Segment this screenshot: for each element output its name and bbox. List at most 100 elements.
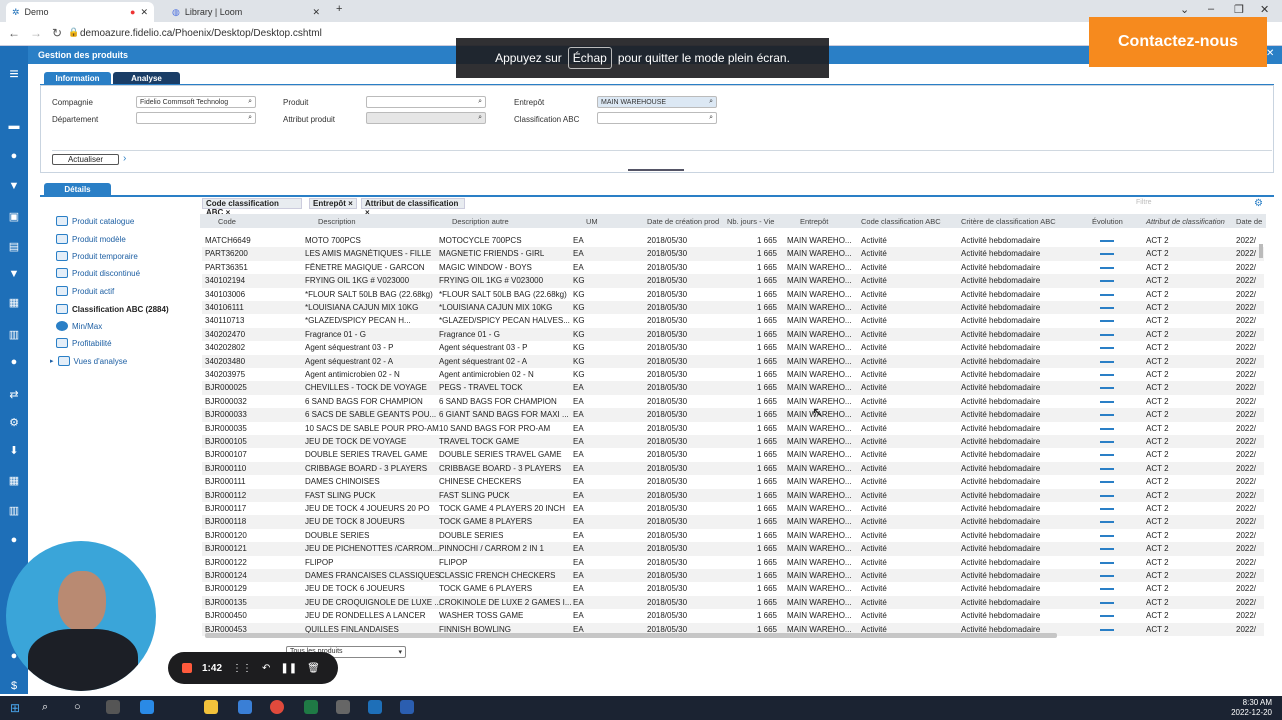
search-icon[interactable]: ⌕	[478, 98, 482, 106]
column-header-description-autre[interactable]: Description autre	[452, 217, 509, 226]
departement-field[interactable]: ⌕	[136, 112, 256, 124]
undo-icon[interactable]: ↶	[262, 663, 270, 674]
table-row[interactable]: BJR000032 6 SAND BAGS FOR CHAMPION 6 SAND …	[202, 395, 1264, 408]
table-row[interactable]: BJR000121 JEU DE PICHENOTTES /CARROM... PI…	[202, 542, 1264, 556]
table-row[interactable]: BJR000105 JEU DE TOCK DE VOYAGE TRAVEL TOC…	[202, 435, 1264, 449]
sidebar-item-produit-discontinue[interactable]: Produit discontinué	[56, 268, 140, 278]
download-icon[interactable]: ⬇	[0, 444, 28, 457]
table-row[interactable]: BJR000107 DOUBLE SERIES TRAVEL GAME DOUBLE…	[202, 448, 1264, 461]
table-row[interactable]: 340203480 Agent séquestrant 02 - A Agent s…	[202, 354, 1264, 368]
word-icon[interactable]	[400, 700, 414, 714]
stop-recording-icon[interactable]	[182, 663, 192, 673]
url-text[interactable]: demoazure.fidelio.ca/Phoenix/Desktop/Des…	[80, 28, 322, 39]
chevron-down-icon[interactable]: ⌄	[1180, 3, 1189, 16]
mail-icon[interactable]	[238, 700, 252, 714]
search-icon[interactable]: ⌕	[709, 98, 713, 106]
contact-card-icon[interactable]: ▣	[0, 210, 28, 223]
chart-icon[interactable]: ▥	[0, 504, 28, 517]
new-tab-icon[interactable]: +	[336, 3, 342, 15]
search-icon[interactable]: ⌕	[42, 701, 48, 714]
table-row[interactable]: BJR000111 DAMES CHINOISES CHINESE CHECKERS…	[202, 475, 1264, 488]
column-header-nb-jours[interactable]: Nb. jours - Vie	[727, 217, 774, 226]
table-row[interactable]: PART36351 FÊNETRE MAGIQUE - GARCON MAGIC W…	[202, 261, 1264, 274]
message-icon[interactable]: ●	[0, 534, 28, 546]
table-row[interactable]: 340202802 Agent séquestrant 03 - P Agent s…	[202, 341, 1264, 354]
table-row[interactable]: BJR000118 JEU DE TOCK 8 JOUEURS TOCK GAME …	[202, 515, 1264, 529]
group-chip-attribut[interactable]: Attribut de classification ×	[361, 198, 465, 217]
cart-icon[interactable]: ▼	[0, 180, 28, 192]
sidebar-item-profitabilite[interactable]: Profitabilité	[56, 338, 112, 348]
column-header-description[interactable]: Description	[318, 217, 356, 226]
table-row[interactable]: 340106111 *LOUISIANA CAJUN MIX 10KG *LOUIS…	[202, 301, 1264, 315]
windows-start-icon[interactable]: ⊞	[10, 701, 20, 715]
table-row[interactable]: BJR000112 FAST SLING PUCK FAST SLING PUCK E…	[202, 488, 1264, 502]
edge-icon[interactable]	[140, 700, 154, 714]
group-chip-classification[interactable]: Code classification ABC ×	[202, 198, 302, 217]
table-row[interactable]: BJR000450 JEU DE RONDELLES A LANCER WASHER…	[202, 609, 1264, 622]
entrepot-field[interactable]: MAIN WAREHOUSE ⌕	[597, 96, 717, 108]
table-row[interactable]: BJR000124 DAMES FRANCAISES CLASSIQUES CLAS…	[202, 569, 1264, 583]
compagnie-field[interactable]: Fidelio Commsoft Technolog ⌕	[136, 96, 256, 108]
grid-icon[interactable]: ▦	[0, 474, 28, 487]
sidebar-item-produit-catalogue[interactable]: Produit catalogue	[56, 216, 134, 226]
trash-icon[interactable]: 🗑	[307, 663, 320, 674]
menu-icon[interactable]: ≡	[0, 66, 28, 84]
gear-icon[interactable]: ⚙	[1254, 198, 1263, 209]
table-row[interactable]: 340102194 FRYING OIL 1KG # V023000 FRYING …	[202, 274, 1264, 288]
expand-icon[interactable]: ▸	[50, 357, 54, 365]
sidebar-item-vues-analyse[interactable]: ▸ Vues d'analyse	[50, 356, 127, 366]
hierarchy-icon[interactable]: ▦	[0, 296, 28, 309]
restore-icon[interactable]: ❐	[1234, 3, 1244, 16]
dollar-icon[interactable]: $	[0, 680, 28, 692]
column-header-code[interactable]: Code	[218, 217, 236, 226]
chevron-right-icon[interactable]: ›	[123, 153, 126, 164]
column-header-critere[interactable]: Critère de classification ABC	[961, 217, 1056, 226]
table-row[interactable]: BJR000035 10 SACS DE SABLE POUR PRO-AM 10 …	[202, 422, 1264, 435]
produit-field[interactable]: ⌕	[366, 96, 486, 108]
transfer-icon[interactable]: ⇄	[0, 388, 28, 401]
widgets-icon[interactable]	[106, 700, 120, 714]
column-header-um[interactable]: UM	[586, 217, 598, 226]
app-icon[interactable]	[336, 700, 350, 714]
browser-tab-loom[interactable]: ◍ Library | Loom ✕	[166, 2, 326, 22]
column-header-date[interactable]: Date de	[1236, 217, 1262, 226]
reload-icon[interactable]: ↻	[52, 26, 62, 40]
task-view-icon[interactable]: ○	[74, 701, 81, 713]
outlook-icon[interactable]	[368, 700, 382, 714]
grid-icon[interactable]: ⋮⋮	[232, 663, 252, 674]
close-tab-icon[interactable]: ✕	[140, 7, 148, 18]
column-header-date-creation[interactable]: Date de création prod	[647, 217, 719, 226]
chat-icon[interactable]: ●	[0, 356, 28, 368]
users-icon[interactable]: ●	[0, 150, 28, 162]
table-row[interactable]: 340202470 Fragrance 01 - G Fragrance 01 - …	[202, 327, 1264, 342]
sidebar-item-produit-temporaire[interactable]: Produit temporaire	[56, 251, 138, 261]
close-tab-icon[interactable]: ✕	[312, 7, 320, 18]
table-row[interactable]: BJR000135 JEU DE CROQUIGNOLE DE LUXE ... C…	[202, 595, 1264, 610]
column-header-attribut[interactable]: Attribut de classification	[1146, 217, 1225, 226]
table-row[interactable]: 340103006 *FLOUR SALT 50LB BAG (22.68kg) *…	[202, 288, 1264, 301]
table-row[interactable]: BJR000025 CHEVILLES - TOCK DE VOYAGE PEGS …	[202, 381, 1264, 395]
sidebar-item-produit-modele[interactable]: Produit modèle	[56, 234, 126, 244]
table-row[interactable]: 340110713 *GLAZED/SPICY PECAN H... *GLAZED…	[202, 314, 1264, 327]
settings-icon[interactable]: ⚙	[0, 416, 28, 429]
excel-icon[interactable]	[304, 700, 318, 714]
table-row[interactable]: BJR000117 JEU DE TOCK 4 JOUEURS 20 PO TOCK…	[202, 502, 1264, 515]
splitter-handle[interactable]	[628, 169, 684, 171]
sidebar-item-min-max[interactable]: Min/Max	[56, 321, 102, 331]
browser-tab-demo[interactable]: ✲ Demo ● ✕	[6, 2, 154, 22]
close-icon[interactable]: ✕	[1266, 48, 1274, 59]
document-icon[interactable]: ▤	[0, 240, 28, 253]
table-row[interactable]: BJR000122 FLIPOP FLIPOP EA 2018/05/30 1 665 MA…	[202, 556, 1264, 569]
search-icon[interactable]: ⌕	[709, 114, 713, 122]
table-row[interactable]: MATCH6649 MOTO 700PCS MOTOCYCLE 700PCS EA 20…	[202, 234, 1264, 247]
file-explorer-icon[interactable]	[204, 700, 218, 714]
table-row[interactable]: 340203975 Agent antimicrobien 02 - N Agent…	[202, 368, 1264, 381]
minimize-icon[interactable]: –	[1208, 3, 1214, 15]
truck-icon[interactable]: ▬	[0, 120, 28, 132]
chrome-icon[interactable]	[270, 700, 284, 714]
table-row[interactable]: BJR000033 6 SACS DE SABLE GEANTS POU... 6 …	[202, 408, 1264, 422]
group-chip-entrepot[interactable]: Entrepôt ×	[309, 198, 357, 209]
table-row[interactable]: BJR000120 DOUBLE SERIES DOUBLE SERIES EA 201…	[202, 529, 1264, 542]
back-icon[interactable]: ←	[8, 26, 20, 40]
filter-input[interactable]: Filtre	[1136, 199, 1246, 209]
